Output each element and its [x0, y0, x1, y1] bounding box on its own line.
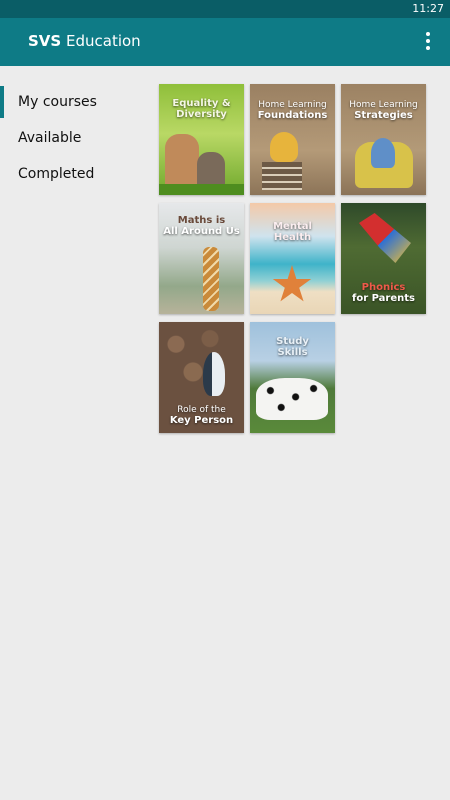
app-brand: SVS [28, 32, 62, 50]
course-title-line2: for Parents [351, 293, 415, 304]
course-card-mental-health[interactable]: Mental Health [250, 203, 335, 314]
more-vert-icon[interactable] [420, 32, 436, 52]
app-title: SVS Education [28, 32, 141, 50]
grass-image [159, 184, 244, 195]
course-title-line1: Role of the [177, 405, 226, 415]
course-title-line1: Mental [273, 221, 312, 232]
course-grid: Equality & Diversity Home Learning Found… [159, 84, 429, 433]
sidebar-item-completed[interactable]: Completed [0, 156, 150, 192]
app-bar: SVS Education [0, 18, 450, 66]
course-title-line2: All Around Us [163, 226, 240, 237]
reading-child-image [371, 138, 395, 168]
child-image [270, 132, 298, 162]
sidebar-item-label: Available [18, 130, 82, 146]
course-card-home-learning-foundations[interactable]: Home Learning Foundations [250, 84, 335, 195]
course-title-line2: Diversity [176, 109, 227, 120]
course-title-line2: Strategies [354, 110, 413, 121]
course-title-line1: Phonics [361, 282, 406, 293]
course-card-study-skills[interactable]: Study Skills [250, 322, 335, 433]
course-title-line1: Equality & [172, 98, 231, 109]
course-title-line2: Key Person [169, 415, 234, 426]
course-title-line2: Health [273, 232, 312, 243]
course-title-line1: Study [276, 336, 309, 347]
course-title-line2: Skills [277, 347, 308, 358]
status-bar: 11:27 [0, 0, 450, 18]
books-image [262, 162, 302, 190]
sidebar-item-available[interactable]: Available [0, 120, 150, 156]
sidebar: My courses Available Completed [0, 84, 150, 192]
giraffe-image [203, 247, 219, 311]
sidebar-item-my-courses[interactable]: My courses [0, 84, 150, 120]
course-card-equality-diversity[interactable]: Equality & Diversity [159, 84, 244, 195]
course-title-line1: Maths is [177, 215, 226, 226]
penguin-image [203, 352, 225, 396]
sidebar-item-label: Completed [18, 166, 95, 182]
course-card-maths-all-around-us[interactable]: Maths is All Around Us [159, 203, 244, 314]
dalmatian-image [256, 378, 328, 420]
dog-image [165, 134, 199, 189]
course-card-role-of-key-person[interactable]: Role of the Key Person [159, 322, 244, 433]
course-card-home-learning-strategies[interactable]: Home Learning Strategies [341, 84, 426, 195]
course-card-phonics-for-parents[interactable]: Phonics for Parents [341, 203, 426, 314]
course-title-line1: Home Learning [258, 100, 327, 110]
status-time: 11:27 [412, 2, 444, 15]
sidebar-item-label: My courses [18, 94, 97, 110]
starfish-image [272, 265, 312, 302]
parrot-image [359, 213, 411, 263]
app-title-text: Education [66, 32, 141, 50]
course-title-line2: Foundations [257, 110, 328, 121]
course-title-line1: Home Learning [349, 100, 418, 110]
